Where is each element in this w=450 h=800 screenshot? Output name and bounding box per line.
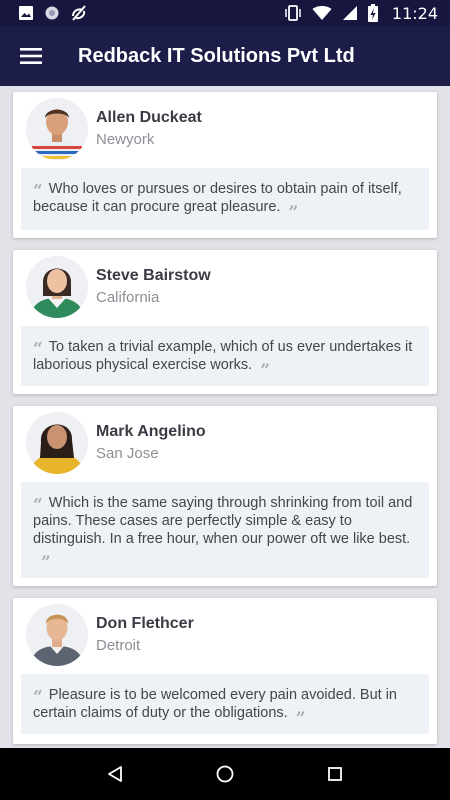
recents-square-icon	[328, 767, 342, 781]
open-quote-icon: “	[33, 687, 43, 707]
open-quote-icon: “	[33, 495, 43, 515]
signal-icon	[342, 6, 357, 20]
quote-text: To taken a trivial example, which of us …	[33, 339, 413, 373]
testimonial-card: Steve Bairstow California “To taken a tr…	[13, 250, 437, 394]
avatar	[26, 412, 88, 474]
testimonial-city: California	[96, 289, 160, 306]
avatar	[26, 98, 88, 160]
close-quote-icon: ”	[288, 203, 299, 223]
vibrate-icon	[285, 5, 301, 21]
testimonial-name: Steve Bairstow	[96, 267, 211, 284]
testimonial-name: Allen Duckeat	[96, 109, 202, 126]
testimonial-quote: “Who loves or pursues or desires to obta…	[21, 168, 429, 230]
open-quote-icon: “	[33, 181, 43, 201]
avatar	[26, 256, 88, 318]
app-title: Redback IT Solutions Pvt Ltd	[78, 44, 355, 67]
testimonial-name: Don Flethcer	[96, 615, 194, 632]
quote-text: Which is the same saying through shrinki…	[33, 495, 413, 547]
testimonial-list[interactable]: Allen Duckeat Newyork “Who loves or purs…	[0, 86, 450, 748]
testimonial-quote: “To taken a trivial example, which of us…	[21, 326, 429, 386]
menu-icon	[20, 48, 42, 64]
quote-text: Who loves or pursues or desires to obtai…	[33, 181, 402, 215]
testimonial-quote: “Which is the same saying through shrink…	[21, 482, 429, 578]
testimonial-city: Newyork	[96, 131, 155, 148]
status-icons-left	[18, 5, 88, 21]
status-bar: 11:24	[0, 0, 450, 26]
back-button[interactable]	[95, 754, 135, 794]
testimonial-name: Mark Angelino	[96, 423, 206, 440]
home-circle-icon	[216, 765, 234, 783]
recents-button[interactable]	[315, 754, 355, 794]
menu-button[interactable]	[0, 26, 62, 86]
open-quote-icon: “	[33, 339, 43, 359]
status-icons-right: 11:24	[284, 4, 438, 23]
testimonial-city: San Jose	[96, 445, 159, 462]
testimonial-card: Mark Angelino San Jose “Which is the sam…	[13, 406, 437, 586]
testimonial-city: Detroit	[96, 637, 141, 654]
testimonial-card: Don Flethcer Detroit “Pleasure is to be …	[13, 598, 437, 744]
avatar	[26, 604, 88, 666]
status-time: 11:24	[391, 3, 438, 23]
testimonial-card: Allen Duckeat Newyork “Who loves or purs…	[13, 92, 437, 238]
close-quote-icon: ”	[295, 709, 306, 729]
home-button[interactable]	[205, 754, 245, 794]
sync-circle-icon	[45, 6, 59, 20]
testimonial-quote: “Pleasure is to be welcomed every pain a…	[21, 674, 429, 734]
image-icon	[19, 6, 33, 20]
app-bar: Redback IT Solutions Pvt Ltd	[0, 26, 450, 86]
quote-text: Pleasure is to be welcomed every pain av…	[33, 687, 397, 721]
no-sync-icon	[72, 5, 86, 21]
back-triangle-icon	[108, 766, 122, 782]
wifi-icon	[312, 6, 332, 20]
close-quote-icon: ”	[260, 361, 270, 381]
battery-charging-icon	[367, 4, 378, 22]
navigation-bar	[0, 748, 450, 800]
close-quote-icon: ”	[41, 553, 51, 573]
